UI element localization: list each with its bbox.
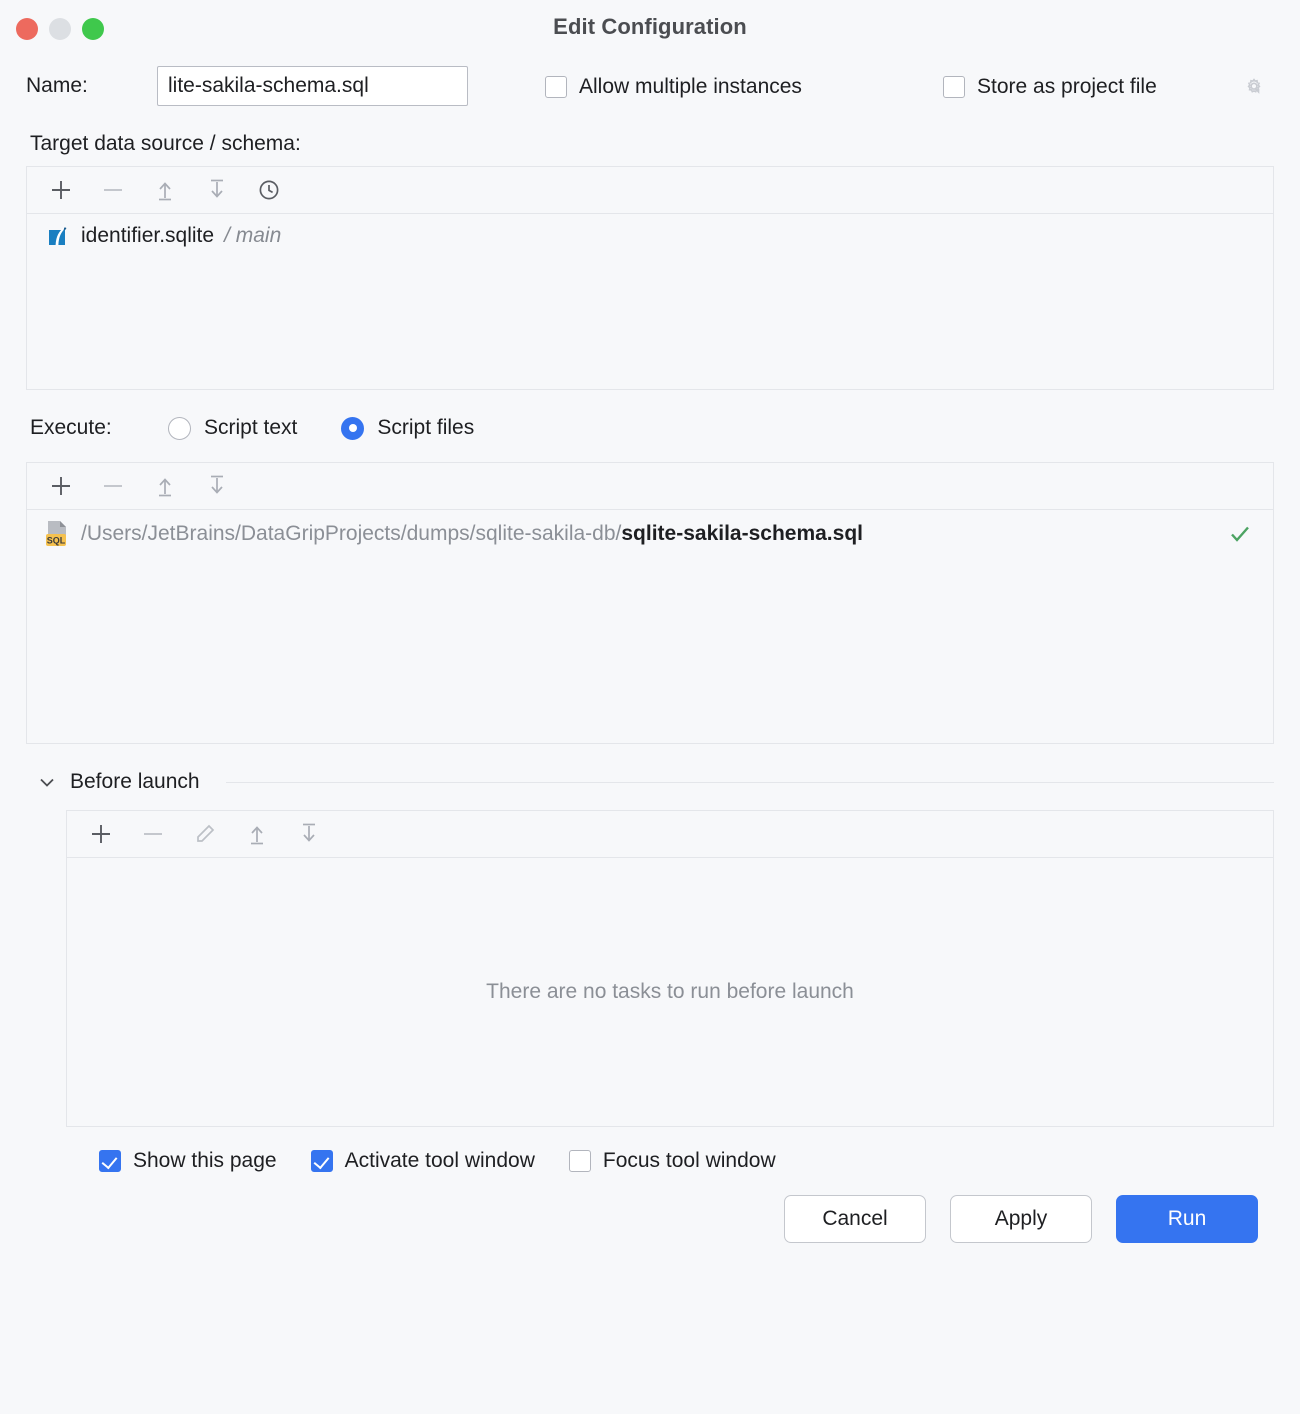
name-row: Name: Allow multiple instances Store as … bbox=[0, 58, 1300, 114]
script-files-panel: SQL /Users/JetBrains/DataGripProjects/du… bbox=[26, 462, 1274, 744]
checkbox-box bbox=[99, 1150, 121, 1172]
dialog-buttons: Cancel Apply Run bbox=[0, 1173, 1300, 1243]
checkbox-box bbox=[545, 76, 567, 98]
before-launch-empty-state: There are no tasks to run before launch bbox=[67, 858, 1273, 1126]
target-data-source-label: Target data source / schema: bbox=[30, 132, 301, 155]
before-launch-title: Before launch bbox=[70, 770, 200, 793]
radio-script-text[interactable]: Script text bbox=[168, 416, 297, 440]
focus-tool-window-checkbox[interactable]: Focus tool window bbox=[568, 1149, 776, 1173]
script-files-list[interactable]: SQL /Users/JetBrains/DataGripProjects/du… bbox=[27, 510, 1273, 743]
move-up-button[interactable] bbox=[139, 168, 191, 212]
target-toolbar bbox=[27, 167, 1273, 214]
move-down-button[interactable] bbox=[191, 168, 243, 212]
script-file-row[interactable]: SQL /Users/JetBrains/DataGripProjects/du… bbox=[27, 510, 1273, 558]
activate-tool-window-checkbox[interactable]: Activate tool window bbox=[310, 1149, 535, 1173]
target-list[interactable]: identifier.sqlite / main bbox=[27, 214, 1273, 389]
history-button[interactable] bbox=[243, 168, 295, 212]
remove-script-file-button[interactable] bbox=[87, 464, 139, 508]
add-script-file-button[interactable] bbox=[35, 464, 87, 508]
checkbox-box bbox=[310, 1150, 333, 1172]
target-data-source-panel: identifier.sqlite / main bbox=[26, 166, 1274, 390]
script-file-name: sqlite-sakila-schema.sql bbox=[621, 522, 863, 545]
before-launch-empty-message: There are no tasks to run before launch bbox=[486, 980, 854, 1003]
show-this-page-label: Show this page bbox=[133, 1149, 277, 1172]
allow-multiple-instances-checkbox[interactable]: Allow multiple instances bbox=[545, 75, 802, 99]
move-up-button[interactable] bbox=[231, 812, 283, 856]
store-as-project-file-checkbox[interactable]: Store as project file bbox=[943, 75, 1157, 99]
allow-multiple-instances-label: Allow multiple instances bbox=[579, 75, 802, 98]
radio-button bbox=[341, 416, 365, 440]
data-source-row[interactable]: identifier.sqlite / main bbox=[27, 214, 1273, 258]
move-down-button[interactable] bbox=[283, 812, 335, 856]
green-check-icon bbox=[1227, 521, 1253, 547]
move-down-button[interactable] bbox=[191, 464, 243, 508]
chevron-down-icon[interactable] bbox=[36, 771, 58, 793]
apply-button[interactable]: Apply bbox=[950, 1195, 1092, 1243]
radio-script-files[interactable]: Script files bbox=[341, 416, 474, 440]
title-bar: Edit Configuration bbox=[0, 0, 1300, 58]
before-launch-toolbar bbox=[67, 811, 1273, 858]
edit-task-button[interactable] bbox=[179, 812, 231, 856]
sql-file-icon: SQL bbox=[43, 519, 71, 549]
before-launch-header[interactable]: Before launch bbox=[0, 744, 1300, 802]
data-source-schema: / main bbox=[224, 224, 282, 247]
gear-icon[interactable] bbox=[1242, 76, 1266, 100]
bottom-options-row: Show this page Activate tool window Focu… bbox=[0, 1127, 1300, 1173]
remove-data-source-button[interactable] bbox=[87, 168, 139, 212]
before-launch-panel: There are no tasks to run before launch bbox=[66, 810, 1274, 1127]
add-task-button[interactable] bbox=[75, 812, 127, 856]
remove-task-button[interactable] bbox=[127, 812, 179, 856]
move-up-button[interactable] bbox=[139, 464, 191, 508]
add-data-source-button[interactable] bbox=[35, 168, 87, 212]
window-title: Edit Configuration bbox=[553, 14, 747, 39]
checkbox-box bbox=[568, 1150, 591, 1172]
execute-label: Execute: bbox=[30, 416, 112, 439]
focus-tool-window-label: Focus tool window bbox=[602, 1149, 776, 1172]
data-source-name: identifier.sqlite bbox=[81, 224, 215, 247]
show-this-page-checkbox[interactable]: Show this page bbox=[99, 1149, 277, 1173]
radio-button bbox=[168, 416, 191, 440]
execute-row: Execute: Script text Script files bbox=[0, 390, 1300, 462]
svg-text:SQL: SQL bbox=[47, 536, 66, 546]
activate-tool-window-label: Activate tool window bbox=[344, 1149, 535, 1172]
radio-script-files-label: Script files bbox=[377, 416, 475, 439]
radio-script-text-label: Script text bbox=[204, 416, 298, 439]
script-files-toolbar bbox=[27, 463, 1273, 510]
run-button[interactable]: Run bbox=[1116, 1195, 1258, 1243]
name-input[interactable] bbox=[157, 66, 468, 106]
store-as-project-file-label: Store as project file bbox=[977, 75, 1157, 98]
divider bbox=[225, 781, 1274, 783]
checkbox-box bbox=[943, 76, 965, 98]
script-file-directory: /Users/JetBrains/DataGripProjects/dumps/… bbox=[81, 522, 622, 545]
sqlite-icon bbox=[45, 223, 71, 249]
cancel-button[interactable]: Cancel bbox=[784, 1195, 926, 1243]
name-label: Name: bbox=[26, 74, 88, 97]
